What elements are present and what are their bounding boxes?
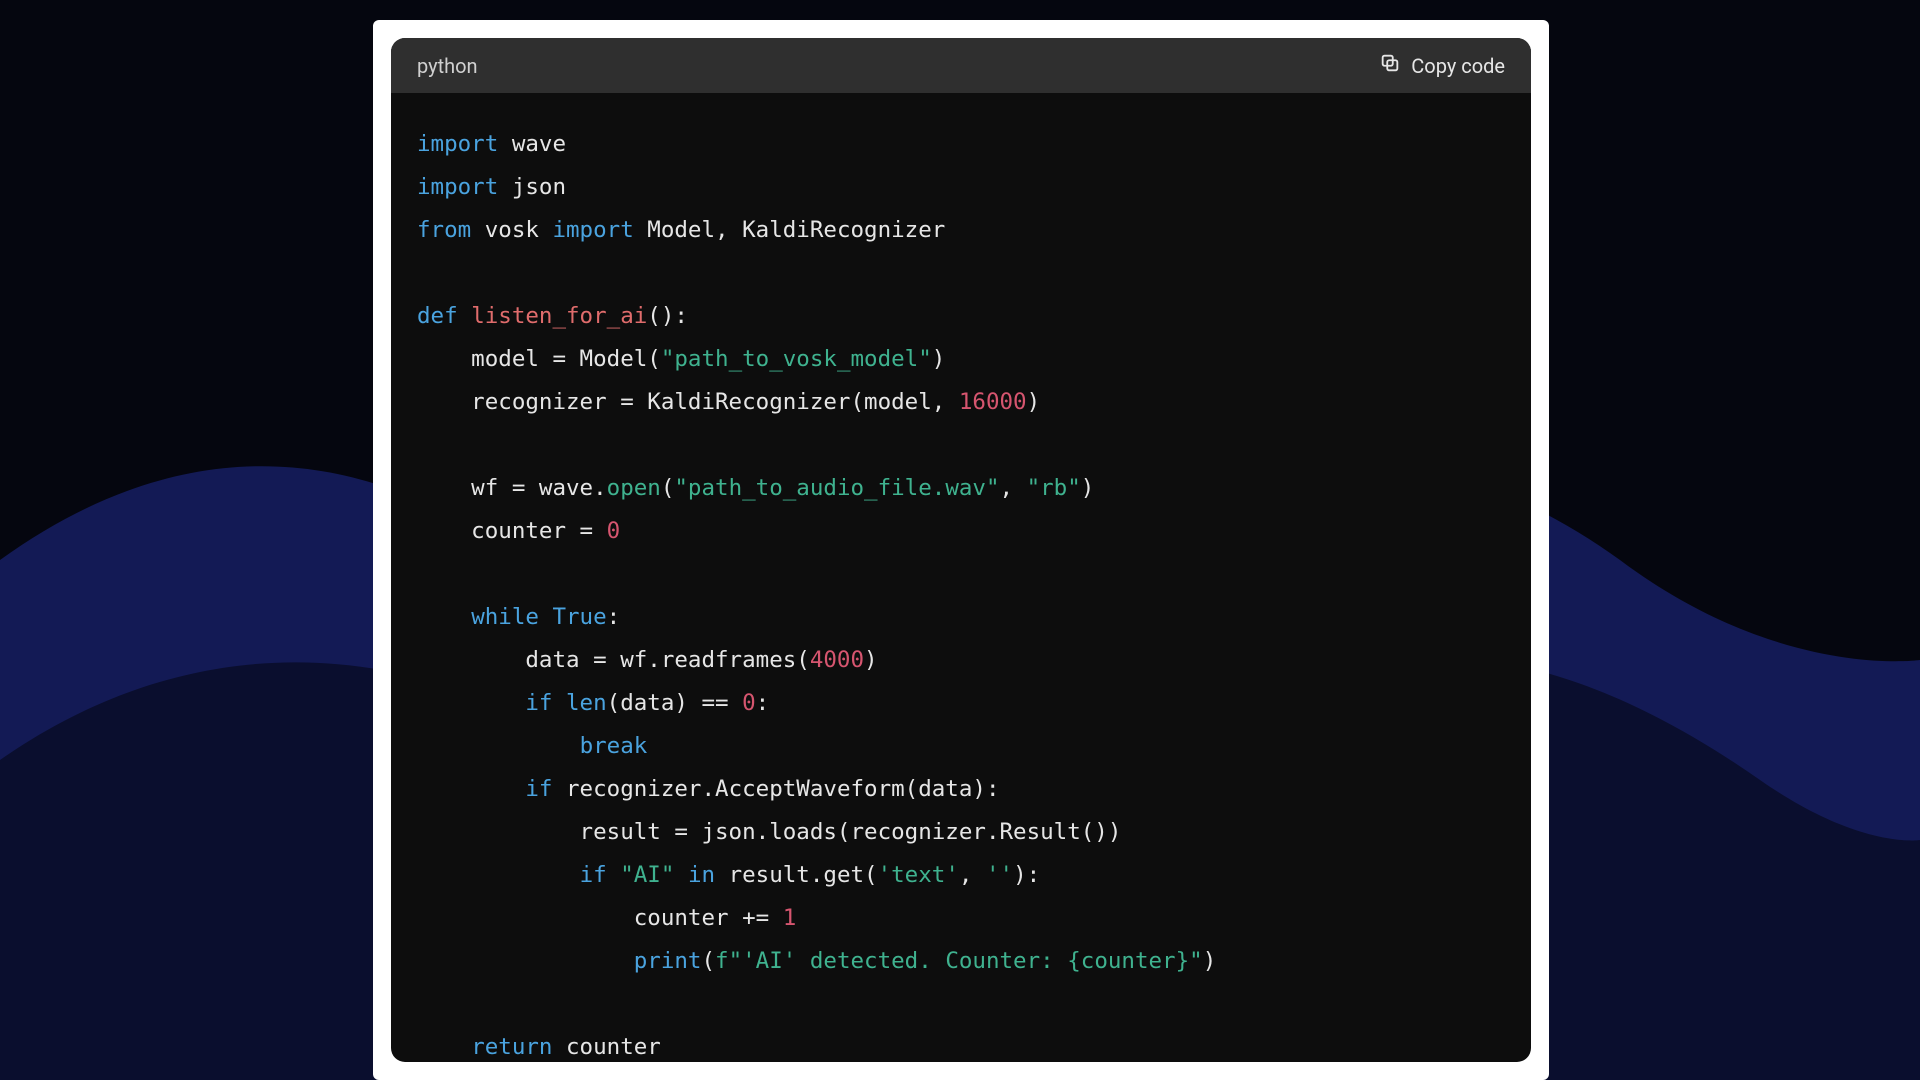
copy-icon bbox=[1379, 52, 1401, 79]
code-content: import wave import json from vosk import… bbox=[417, 123, 1505, 1062]
code-block: python Copy code import wave import json… bbox=[391, 38, 1531, 1062]
language-label: python bbox=[417, 54, 478, 78]
copy-code-button[interactable]: Copy code bbox=[1379, 52, 1505, 79]
code-block-header: python Copy code bbox=[391, 38, 1531, 93]
code-body[interactable]: import wave import json from vosk import… bbox=[391, 93, 1531, 1062]
content-card: python Copy code import wave import json… bbox=[373, 20, 1549, 1080]
copy-code-label: Copy code bbox=[1411, 54, 1505, 78]
